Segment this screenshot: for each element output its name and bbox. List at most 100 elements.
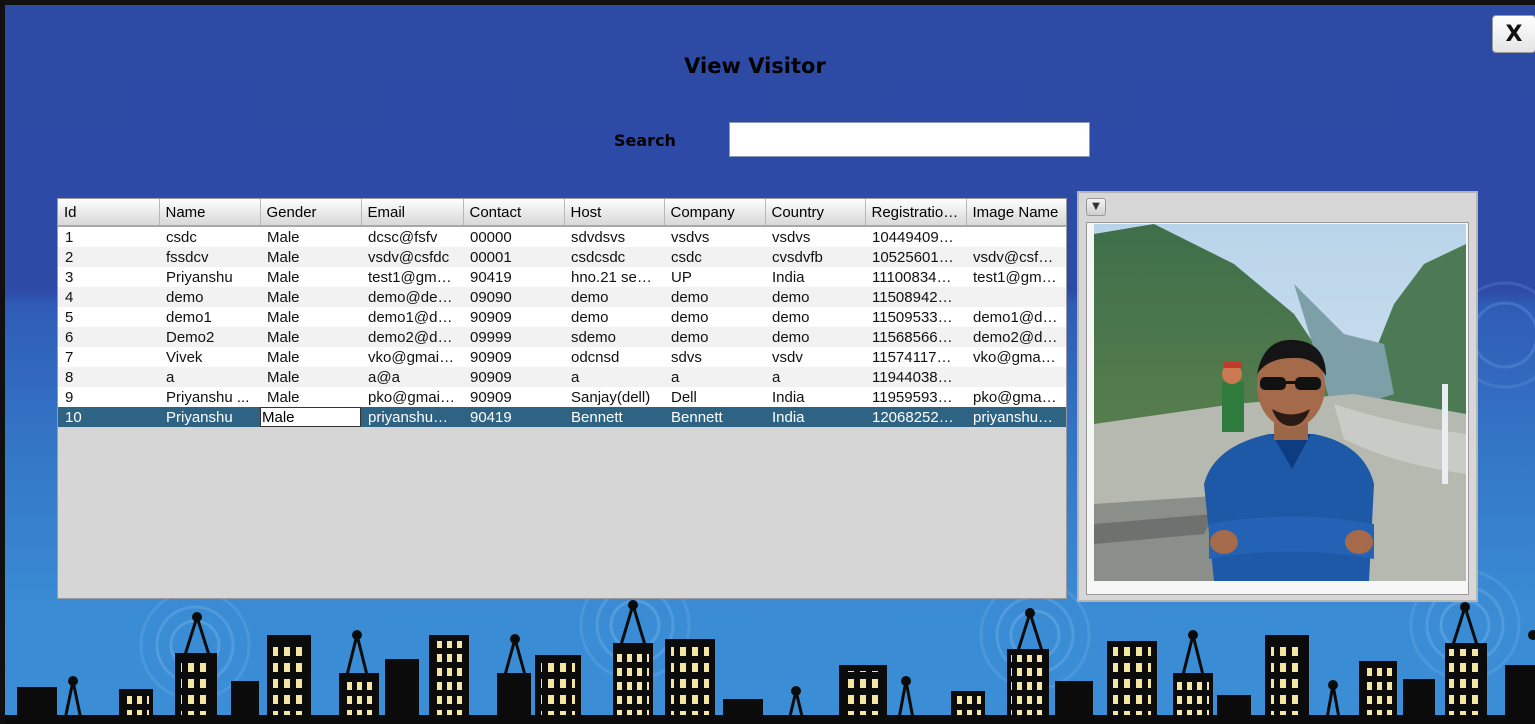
table-cell[interactable]: sdvdsvs: [564, 226, 664, 247]
table-cell[interactable]: Male: [260, 327, 361, 347]
table-cell[interactable]: sdemo: [564, 327, 664, 347]
table-cell[interactable]: 90419: [463, 267, 564, 287]
table-cell[interactable]: vsdv@csfd...: [966, 247, 1066, 267]
table-cell[interactable]: fssdcv: [159, 247, 260, 267]
table-cell[interactable]: Priyanshu ...: [159, 387, 260, 407]
table-cell[interactable]: Male: [260, 347, 361, 367]
table-cell[interactable]: 1110083457...: [865, 267, 966, 287]
close-button[interactable]: X: [1492, 15, 1535, 53]
column-header[interactable]: Email: [361, 199, 464, 227]
table-row[interactable]: 1 csdc Male dcsc@fsfv 00000 sdvdsvs vsdvs vsdvs…: [58, 226, 1066, 247]
table-cell[interactable]: demo: [664, 287, 765, 307]
table-cell[interactable]: demo: [159, 287, 260, 307]
table-cell[interactable]: Male: [260, 226, 361, 247]
table-cell[interactable]: Priyanshu: [159, 267, 260, 287]
table-cell[interactable]: Dell: [664, 387, 765, 407]
table-cell[interactable]: 2: [58, 247, 159, 267]
table-cell[interactable]: a: [765, 367, 865, 387]
table-cell[interactable]: UP: [664, 267, 765, 287]
table-cell[interactable]: test1@gmai...: [361, 267, 463, 287]
table-cell[interactable]: 6: [58, 327, 159, 347]
table-cell[interactable]: Male: [260, 387, 361, 407]
table-cell[interactable]: Priyanshu: [159, 407, 260, 427]
table-cell[interactable]: odcnsd: [564, 347, 664, 367]
table-cell[interactable]: 90909: [463, 367, 564, 387]
table-cell[interactable]: demo: [664, 327, 765, 347]
column-header[interactable]: Host: [564, 199, 665, 227]
column-header[interactable]: Contact: [463, 199, 565, 227]
table-cell[interactable]: 1194403844...: [865, 367, 966, 387]
table-cell[interactable]: 1157411747...: [865, 347, 966, 367]
table-cell[interactable]: 90419: [463, 407, 564, 427]
table-row[interactable]: 8 a Male a@a 90909 a a a 1194403844...: [58, 367, 1066, 387]
table-cell[interactable]: Vivek: [159, 347, 260, 367]
table-row[interactable]: 9 Priyanshu ... Male pko@gmail.... 90909 Sanj…: [58, 387, 1066, 407]
table-cell[interactable]: csdc: [664, 247, 765, 267]
table-cell[interactable]: demo1@de...: [361, 307, 463, 327]
table-cell[interactable]: 3: [58, 267, 159, 287]
table-cell[interactable]: 1206825231...: [865, 407, 966, 427]
table-cell[interactable]: 9: [58, 387, 159, 407]
chevron-down-icon[interactable]: ▼: [1086, 198, 1106, 216]
table-cell[interactable]: Bennett: [664, 407, 765, 427]
table-cell[interactable]: 1: [58, 226, 159, 247]
table-cell[interactable]: priyanshuoj...: [966, 407, 1066, 427]
table-cell[interactable]: 09999: [463, 327, 564, 347]
table-cell[interactable]: 4: [58, 287, 159, 307]
table-cell[interactable]: a: [564, 367, 664, 387]
table-cell[interactable]: [966, 367, 1066, 387]
table-cell[interactable]: demo: [564, 287, 664, 307]
table-cell[interactable]: demo: [765, 327, 865, 347]
table-row[interactable]: 10 Priyanshu Male priyanshuoj... 90419 Bennet…: [58, 407, 1066, 427]
table-cell[interactable]: vko@gmail....: [361, 347, 463, 367]
table-cell[interactable]: 90909: [463, 307, 564, 327]
table-row[interactable]: 6 Demo2 Male demo2@de... 09999 sdemo demo demo 1…: [58, 327, 1066, 347]
table-cell[interactable]: csdcsdc: [564, 247, 664, 267]
table-cell[interactable]: 00000: [463, 226, 564, 247]
table-cell[interactable]: 90909: [463, 387, 564, 407]
table-cell[interactable]: 1195959338...: [865, 387, 966, 407]
table-cell[interactable]: demo@demo: [361, 287, 463, 307]
table-cell[interactable]: Bennett: [564, 407, 664, 427]
table-cell[interactable]: 1150894292...: [865, 287, 966, 307]
search-input[interactable]: [729, 122, 1090, 157]
table-cell[interactable]: sdvs: [664, 347, 765, 367]
table-cell[interactable]: 1044940973...: [865, 226, 966, 247]
column-header[interactable]: Gender: [260, 199, 362, 227]
column-header[interactable]: Id: [58, 199, 160, 227]
table-row[interactable]: 7 Vivek Male vko@gmail.... 90909 odcnsd sdvs vs…: [58, 347, 1066, 367]
table-cell[interactable]: 8: [58, 367, 159, 387]
table-cell[interactable]: dcsc@fsfv: [361, 226, 463, 247]
table-cell[interactable]: demo2@de...: [361, 327, 463, 347]
table-row[interactable]: 4 demo Male demo@demo 09090 demo demo demo 11508…: [58, 287, 1066, 307]
table-cell[interactable]: demo1@de...: [966, 307, 1066, 327]
table-row[interactable]: 2 fssdcv Male vsdv@csfdc 00001 csdcsdc csdc cvs…: [58, 247, 1066, 267]
table-cell[interactable]: vsdv: [765, 347, 865, 367]
table-cell[interactable]: Male: [260, 307, 361, 327]
table-cell[interactable]: India: [765, 387, 865, 407]
table-cell[interactable]: Male: [260, 287, 361, 307]
table-cell[interactable]: demo: [765, 287, 865, 307]
table-cell[interactable]: vsdvs: [664, 226, 765, 247]
table-cell[interactable]: 1150953374...: [865, 307, 966, 327]
table-cell[interactable]: Male: [260, 367, 361, 387]
column-header[interactable]: Registration...: [865, 199, 967, 227]
table-cell[interactable]: vsdvs: [765, 226, 865, 247]
table-cell[interactable]: [966, 287, 1066, 307]
table-cell[interactable]: Male: [260, 407, 361, 427]
table-cell[interactable]: pko@gmail....: [361, 387, 463, 407]
table-cell[interactable]: demo1: [159, 307, 260, 327]
table-cell[interactable]: csdc: [159, 226, 260, 247]
table-cell[interactable]: priyanshuoj...: [361, 407, 463, 427]
table-cell[interactable]: demo: [765, 307, 865, 327]
table-cell[interactable]: cvsdvfb: [765, 247, 865, 267]
table-cell[interactable]: 10: [58, 407, 159, 427]
table-cell[interactable]: a@a: [361, 367, 463, 387]
table-cell[interactable]: [966, 226, 1066, 247]
table-cell[interactable]: India: [765, 267, 865, 287]
table-cell[interactable]: test1@gmai...: [966, 267, 1066, 287]
table-cell[interactable]: a: [159, 367, 260, 387]
table-cell[interactable]: Sanjay(dell): [564, 387, 664, 407]
column-header[interactable]: Name: [159, 199, 261, 227]
table-row[interactable]: 5 demo1 Male demo1@de... 90909 demo demo demo 11…: [58, 307, 1066, 327]
